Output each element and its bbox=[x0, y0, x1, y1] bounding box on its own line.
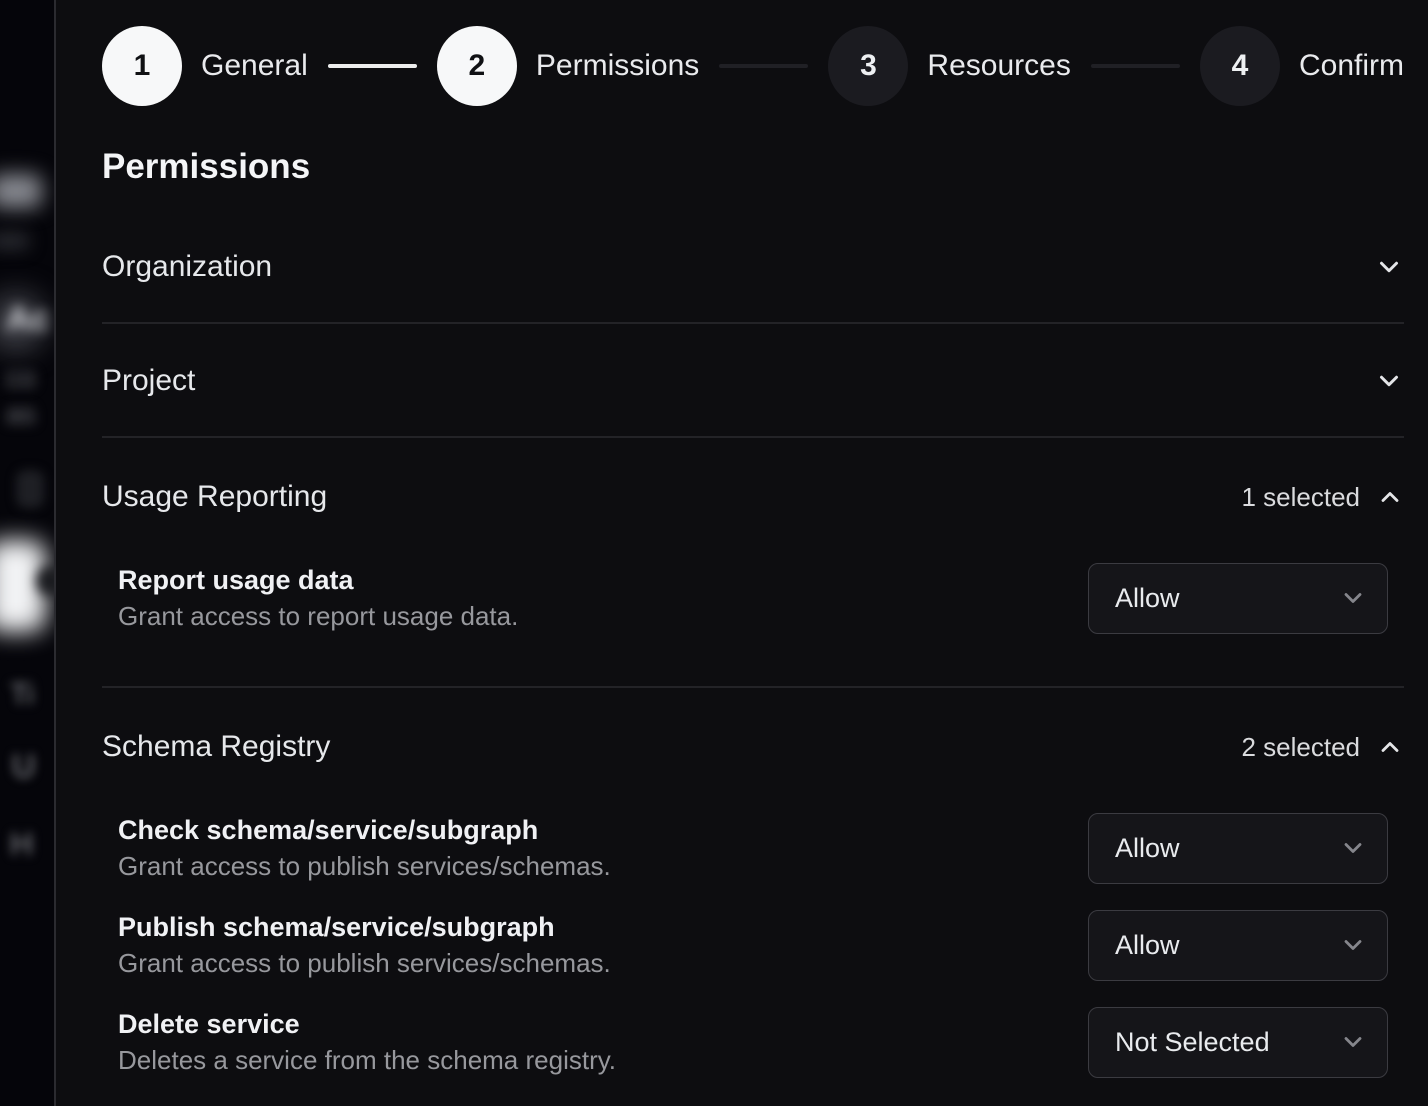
wizard-panel: 1 General 2 Permissions 3 Resources 4 Co… bbox=[56, 0, 1428, 1106]
blurred-text-fragment: H bbox=[10, 826, 33, 863]
step-resources[interactable]: 3 Resources bbox=[828, 26, 1070, 106]
section-title: Organization bbox=[102, 250, 272, 284]
blurred-text-fragment: Ac bbox=[6, 300, 49, 339]
permission-title: Report usage data bbox=[118, 562, 518, 598]
chevron-up-icon bbox=[1376, 733, 1404, 761]
step-label: Permissions bbox=[536, 49, 699, 83]
step-confirm[interactable]: 4 Confirm bbox=[1200, 26, 1404, 106]
permission-description: Deletes a service from the schema regist… bbox=[118, 1042, 616, 1078]
permission-text: Publish schema/service/subgraph Grant ac… bbox=[118, 909, 611, 981]
section-project: Project bbox=[102, 324, 1404, 438]
permission-level-select[interactable]: Allow bbox=[1088, 910, 1388, 981]
screen: Ac co as Ti U H 1 General 2 Permissions … bbox=[0, 0, 1428, 1106]
wizard-stepper: 1 General 2 Permissions 3 Resources 4 Co… bbox=[102, 26, 1404, 106]
section-title: Usage Reporting bbox=[102, 480, 327, 514]
permission-row-report-usage-data: Report usage data Grant access to report… bbox=[102, 562, 1404, 634]
chevron-down-icon bbox=[1339, 931, 1367, 959]
step-label: General bbox=[201, 49, 308, 83]
select-value: Allow bbox=[1115, 930, 1180, 961]
permission-title: Publish schema/service/subgraph bbox=[118, 909, 611, 945]
blurred-background-sidebar: Ac co as Ti U H bbox=[0, 0, 54, 1106]
step-connector bbox=[328, 64, 417, 68]
chevron-down-icon bbox=[1339, 834, 1367, 862]
step-label: Resources bbox=[927, 49, 1070, 83]
section-usage-reporting: Usage Reporting 1 selected Report usage … bbox=[102, 438, 1404, 688]
section-project-toggle[interactable]: Project bbox=[102, 364, 1404, 398]
permission-text: Check schema/service/subgraph Grant acce… bbox=[118, 812, 611, 884]
permission-row-publish-schema: Publish schema/service/subgraph Grant ac… bbox=[102, 909, 1404, 981]
chevron-down-icon bbox=[1339, 584, 1367, 612]
chevron-up-icon bbox=[1376, 483, 1404, 511]
blurred-background-shape bbox=[0, 232, 30, 250]
selected-count: 1 selected bbox=[1241, 482, 1360, 513]
select-value: Allow bbox=[1115, 833, 1180, 864]
permission-description: Grant access to report usage data. bbox=[118, 598, 518, 634]
permission-list: Report usage data Grant access to report… bbox=[102, 562, 1404, 634]
section-organization-toggle[interactable]: Organization bbox=[102, 250, 1404, 284]
blurred-text-fragment: U bbox=[12, 748, 35, 785]
blurred-text-fragment: co bbox=[6, 362, 36, 394]
permission-level-select[interactable]: Not Selected bbox=[1088, 1007, 1388, 1078]
permission-level-select[interactable]: Allow bbox=[1088, 563, 1388, 634]
permission-row-delete-service: Delete service Deletes a service from th… bbox=[102, 1006, 1404, 1078]
step-connector bbox=[1091, 64, 1180, 68]
page-title: Permissions bbox=[102, 148, 1404, 186]
permission-level-select[interactable]: Allow bbox=[1088, 813, 1388, 884]
permission-text: Delete service Deletes a service from th… bbox=[118, 1006, 616, 1078]
permission-title: Check schema/service/subgraph bbox=[118, 812, 611, 848]
section-organization: Organization bbox=[102, 214, 1404, 324]
permission-description: Grant access to publish services/schemas… bbox=[118, 848, 611, 884]
step-label: Confirm bbox=[1299, 49, 1404, 83]
select-value: Not Selected bbox=[1115, 1027, 1270, 1058]
section-meta: 1 selected bbox=[1241, 482, 1404, 513]
step-general[interactable]: 1 General bbox=[102, 26, 308, 106]
section-title: Project bbox=[102, 364, 195, 398]
step-number-badge: 2 bbox=[437, 26, 517, 106]
permission-title: Delete service bbox=[118, 1006, 616, 1042]
section-usage-reporting-toggle[interactable]: Usage Reporting 1 selected bbox=[102, 480, 1404, 514]
section-meta: 2 selected bbox=[1241, 732, 1404, 763]
chevron-down-icon bbox=[1374, 366, 1404, 396]
chevron-down-icon bbox=[1339, 1028, 1367, 1056]
selected-count: 2 selected bbox=[1241, 732, 1360, 763]
section-schema-registry: Schema Registry 2 selected Check schema/… bbox=[102, 688, 1404, 1106]
step-number-badge: 4 bbox=[1200, 26, 1280, 106]
blurred-background-shape bbox=[0, 174, 42, 208]
blurred-background-shape bbox=[16, 470, 44, 508]
section-title: Schema Registry bbox=[102, 730, 330, 764]
blurred-text-fragment: as bbox=[6, 398, 36, 430]
step-number-badge: 3 bbox=[828, 26, 908, 106]
permission-text: Report usage data Grant access to report… bbox=[118, 562, 518, 634]
permission-row-check-schema: Check schema/service/subgraph Grant acce… bbox=[102, 812, 1404, 884]
step-number-badge: 1 bbox=[102, 26, 182, 106]
chevron-down-icon bbox=[1374, 252, 1404, 282]
select-value: Allow bbox=[1115, 583, 1180, 614]
step-connector bbox=[719, 64, 808, 68]
permission-description: Grant access to publish services/schemas… bbox=[118, 945, 611, 981]
blurred-text-fragment: Ti bbox=[10, 678, 34, 712]
section-schema-registry-toggle[interactable]: Schema Registry 2 selected bbox=[102, 730, 1404, 764]
permission-list: Check schema/service/subgraph Grant acce… bbox=[102, 812, 1404, 1078]
step-permissions[interactable]: 2 Permissions bbox=[437, 26, 699, 106]
